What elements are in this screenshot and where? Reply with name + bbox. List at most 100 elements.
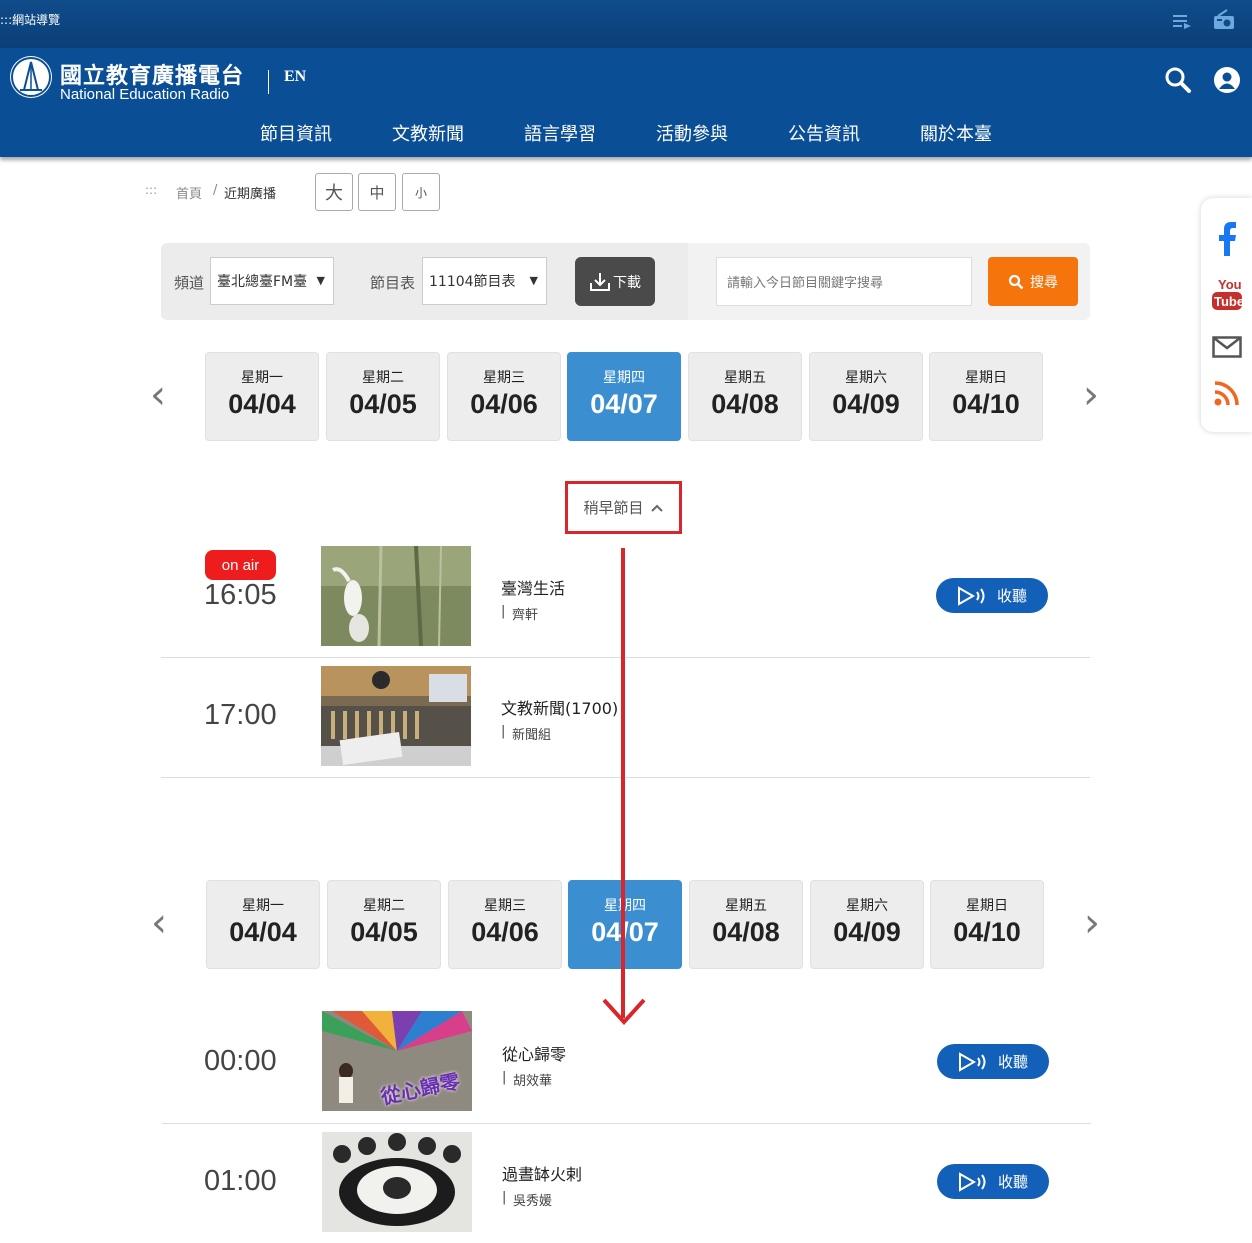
program-time: 01:00 bbox=[204, 1165, 277, 1197]
youtube-icon[interactable]: You Tube bbox=[1211, 276, 1243, 312]
day-tab-sat[interactable]: 星期六 04/09 bbox=[809, 352, 923, 441]
prev-week-arrow[interactable]: ‹ bbox=[151, 900, 167, 946]
day-date: 04/05 bbox=[349, 389, 417, 419]
day-weekday: 星期五 bbox=[724, 370, 766, 386]
listen-button[interactable]: 收聽 bbox=[937, 1164, 1049, 1199]
program-thumbnail[interactable] bbox=[321, 666, 471, 766]
menu-about[interactable]: 關於本臺 bbox=[920, 120, 992, 146]
prev-week-arrow[interactable]: ‹ bbox=[150, 372, 166, 418]
search-icon[interactable] bbox=[1164, 66, 1192, 94]
program-host-separator: | bbox=[501, 724, 506, 739]
download-icon bbox=[590, 272, 610, 291]
day-tab-thu[interactable]: 星期四 04/07 bbox=[567, 352, 681, 441]
facebook-icon[interactable] bbox=[1218, 222, 1236, 256]
earlier-programs-label: 稍早節目 bbox=[583, 499, 644, 517]
next-week-arrow[interactable]: › bbox=[1083, 372, 1099, 418]
search-icon bbox=[1008, 274, 1024, 289]
menu-education-news[interactable]: 文教新聞 bbox=[392, 120, 464, 146]
teapot-thumbnail-image bbox=[322, 1132, 472, 1232]
day-weekday: 星期一 bbox=[241, 370, 283, 386]
playlist-icon[interactable] bbox=[1172, 11, 1192, 31]
program-thumbnail[interactable] bbox=[322, 1132, 472, 1232]
channel-select-value: 臺北總臺FM臺 bbox=[217, 274, 308, 290]
menu-activities[interactable]: 活動參與 bbox=[656, 120, 728, 146]
schedule-select-value: 11104節目表 bbox=[429, 274, 516, 290]
menu-language-learning[interactable]: 語言學習 bbox=[524, 120, 596, 146]
chevron-down-icon: ▼ bbox=[316, 274, 325, 287]
day-date: 04/07 bbox=[569, 917, 681, 948]
menu-announcements[interactable]: 公告資訊 bbox=[788, 120, 860, 146]
font-size-large-button[interactable]: 大 bbox=[315, 173, 353, 211]
day-weekday: 星期三 bbox=[484, 898, 526, 914]
day-date: 04/04 bbox=[229, 917, 297, 947]
breadcrumb-anchor[interactable]: ::: bbox=[145, 183, 157, 197]
day-date: 04/09 bbox=[833, 917, 901, 947]
day-tab-sun[interactable]: 星期日 04/10 bbox=[929, 352, 1043, 441]
day-date: 04/06 bbox=[470, 389, 538, 419]
day-tab-fri[interactable]: 星期五 04/08 bbox=[688, 352, 802, 441]
user-account-icon[interactable] bbox=[1213, 66, 1241, 94]
program-host: 胡效華 bbox=[513, 1074, 553, 1089]
program-title[interactable]: 臺灣生活 bbox=[501, 575, 565, 599]
egret-thumbnail-image bbox=[321, 546, 471, 646]
day-date: 04/09 bbox=[832, 389, 900, 419]
program-title[interactable]: 過晝缽火剌 bbox=[502, 1161, 582, 1185]
schedule-select[interactable]: 11104節目表 ▼ bbox=[422, 257, 547, 305]
program-thumbnail[interactable] bbox=[321, 546, 471, 646]
day-tab-wed[interactable]: 星期三 04/06 bbox=[447, 352, 561, 441]
listen-label: 收聽 bbox=[997, 1053, 1028, 1071]
listen-button[interactable]: 收聽 bbox=[937, 1044, 1049, 1079]
font-size-medium-button[interactable]: 中 bbox=[358, 173, 396, 211]
search-input[interactable]: 請輸入今日節目關鍵字搜尋 bbox=[716, 257, 972, 306]
site-header: 國立教育廣播電台 National Education Radio EN 節目資… bbox=[0, 48, 1252, 157]
day-tab-thu[interactable]: 星期四 04/07 bbox=[568, 880, 682, 969]
day-weekday: 星期六 bbox=[846, 898, 888, 914]
play-sound-icon bbox=[958, 1171, 986, 1192]
earlier-programs-button[interactable]: 稍早節目 bbox=[565, 481, 682, 534]
search-button[interactable]: 搜尋 bbox=[988, 257, 1078, 306]
program-time: 16:05 bbox=[204, 579, 277, 611]
email-icon[interactable] bbox=[1212, 336, 1242, 358]
next-week-arrow[interactable]: › bbox=[1084, 900, 1100, 946]
search-button-label: 搜尋 bbox=[1030, 274, 1058, 291]
menu-program-info[interactable]: 節目資訊 bbox=[260, 120, 332, 146]
annotation-arrow-line bbox=[621, 548, 625, 1018]
day-tab-wed[interactable]: 星期三 04/06 bbox=[448, 880, 562, 969]
day-tab-tue[interactable]: 星期二 04/05 bbox=[327, 880, 441, 969]
breadcrumb-separator: / bbox=[213, 183, 218, 198]
day-date: 04/07 bbox=[590, 389, 658, 419]
day-weekday: 星期五 bbox=[725, 898, 767, 914]
day-tab-mon[interactable]: 星期一 04/04 bbox=[206, 880, 320, 969]
rss-icon[interactable] bbox=[1214, 380, 1240, 406]
download-button[interactable]: 下載 bbox=[575, 257, 655, 306]
logo-emblem[interactable] bbox=[10, 56, 52, 98]
breadcrumb-home[interactable]: 首頁 bbox=[176, 183, 202, 202]
day-tab-fri[interactable]: 星期五 04/08 bbox=[689, 880, 803, 969]
studio-console-thumbnail-image bbox=[321, 666, 471, 766]
program-host-separator: | bbox=[501, 604, 506, 619]
svg-text:Tube: Tube bbox=[1214, 294, 1243, 309]
radio-icon[interactable] bbox=[1213, 9, 1235, 31]
day-weekday: 星期二 bbox=[362, 370, 404, 386]
day-tab-sun[interactable]: 星期日 04/10 bbox=[930, 880, 1044, 969]
header-divider bbox=[268, 70, 269, 94]
day-tab-mon[interactable]: 星期一 04/04 bbox=[205, 352, 319, 441]
day-tab-sat[interactable]: 星期六 04/09 bbox=[810, 880, 924, 969]
channel-select[interactable]: 臺北總臺FM臺 ▼ bbox=[210, 257, 334, 305]
language-switch[interactable]: EN bbox=[284, 68, 306, 86]
font-size-small-button[interactable]: 小 bbox=[402, 173, 440, 211]
listen-button[interactable]: 收聽 bbox=[936, 578, 1048, 613]
day-weekday: 星期三 bbox=[483, 370, 525, 386]
social-share-bar: You Tube bbox=[1201, 198, 1252, 432]
program-title[interactable]: 從心歸零 bbox=[502, 1041, 566, 1065]
program-thumbnail[interactable]: 從心歸零 bbox=[322, 1011, 472, 1111]
day-tab-tue[interactable]: 星期二 04/05 bbox=[326, 352, 440, 441]
logo-english-name[interactable]: National Education Radio bbox=[60, 86, 229, 103]
program-title[interactable]: 文教新聞(1700) bbox=[501, 695, 618, 719]
program-host-separator: | bbox=[502, 1070, 507, 1085]
play-sound-icon bbox=[958, 1051, 986, 1072]
site-navigation-link[interactable]: :::網站導覽 bbox=[0, 11, 60, 28]
program-host-separator: | bbox=[502, 1190, 507, 1205]
program-time: 00:00 bbox=[204, 1045, 277, 1077]
breadcrumb-current: 近期廣播 bbox=[224, 187, 277, 202]
